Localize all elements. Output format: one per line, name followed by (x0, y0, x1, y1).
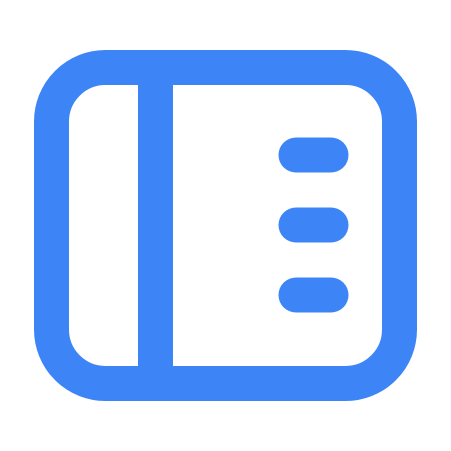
sidebar-panel-icon (0, 0, 451, 451)
icon-canvas (0, 0, 451, 451)
divider-bar (138, 67, 173, 384)
